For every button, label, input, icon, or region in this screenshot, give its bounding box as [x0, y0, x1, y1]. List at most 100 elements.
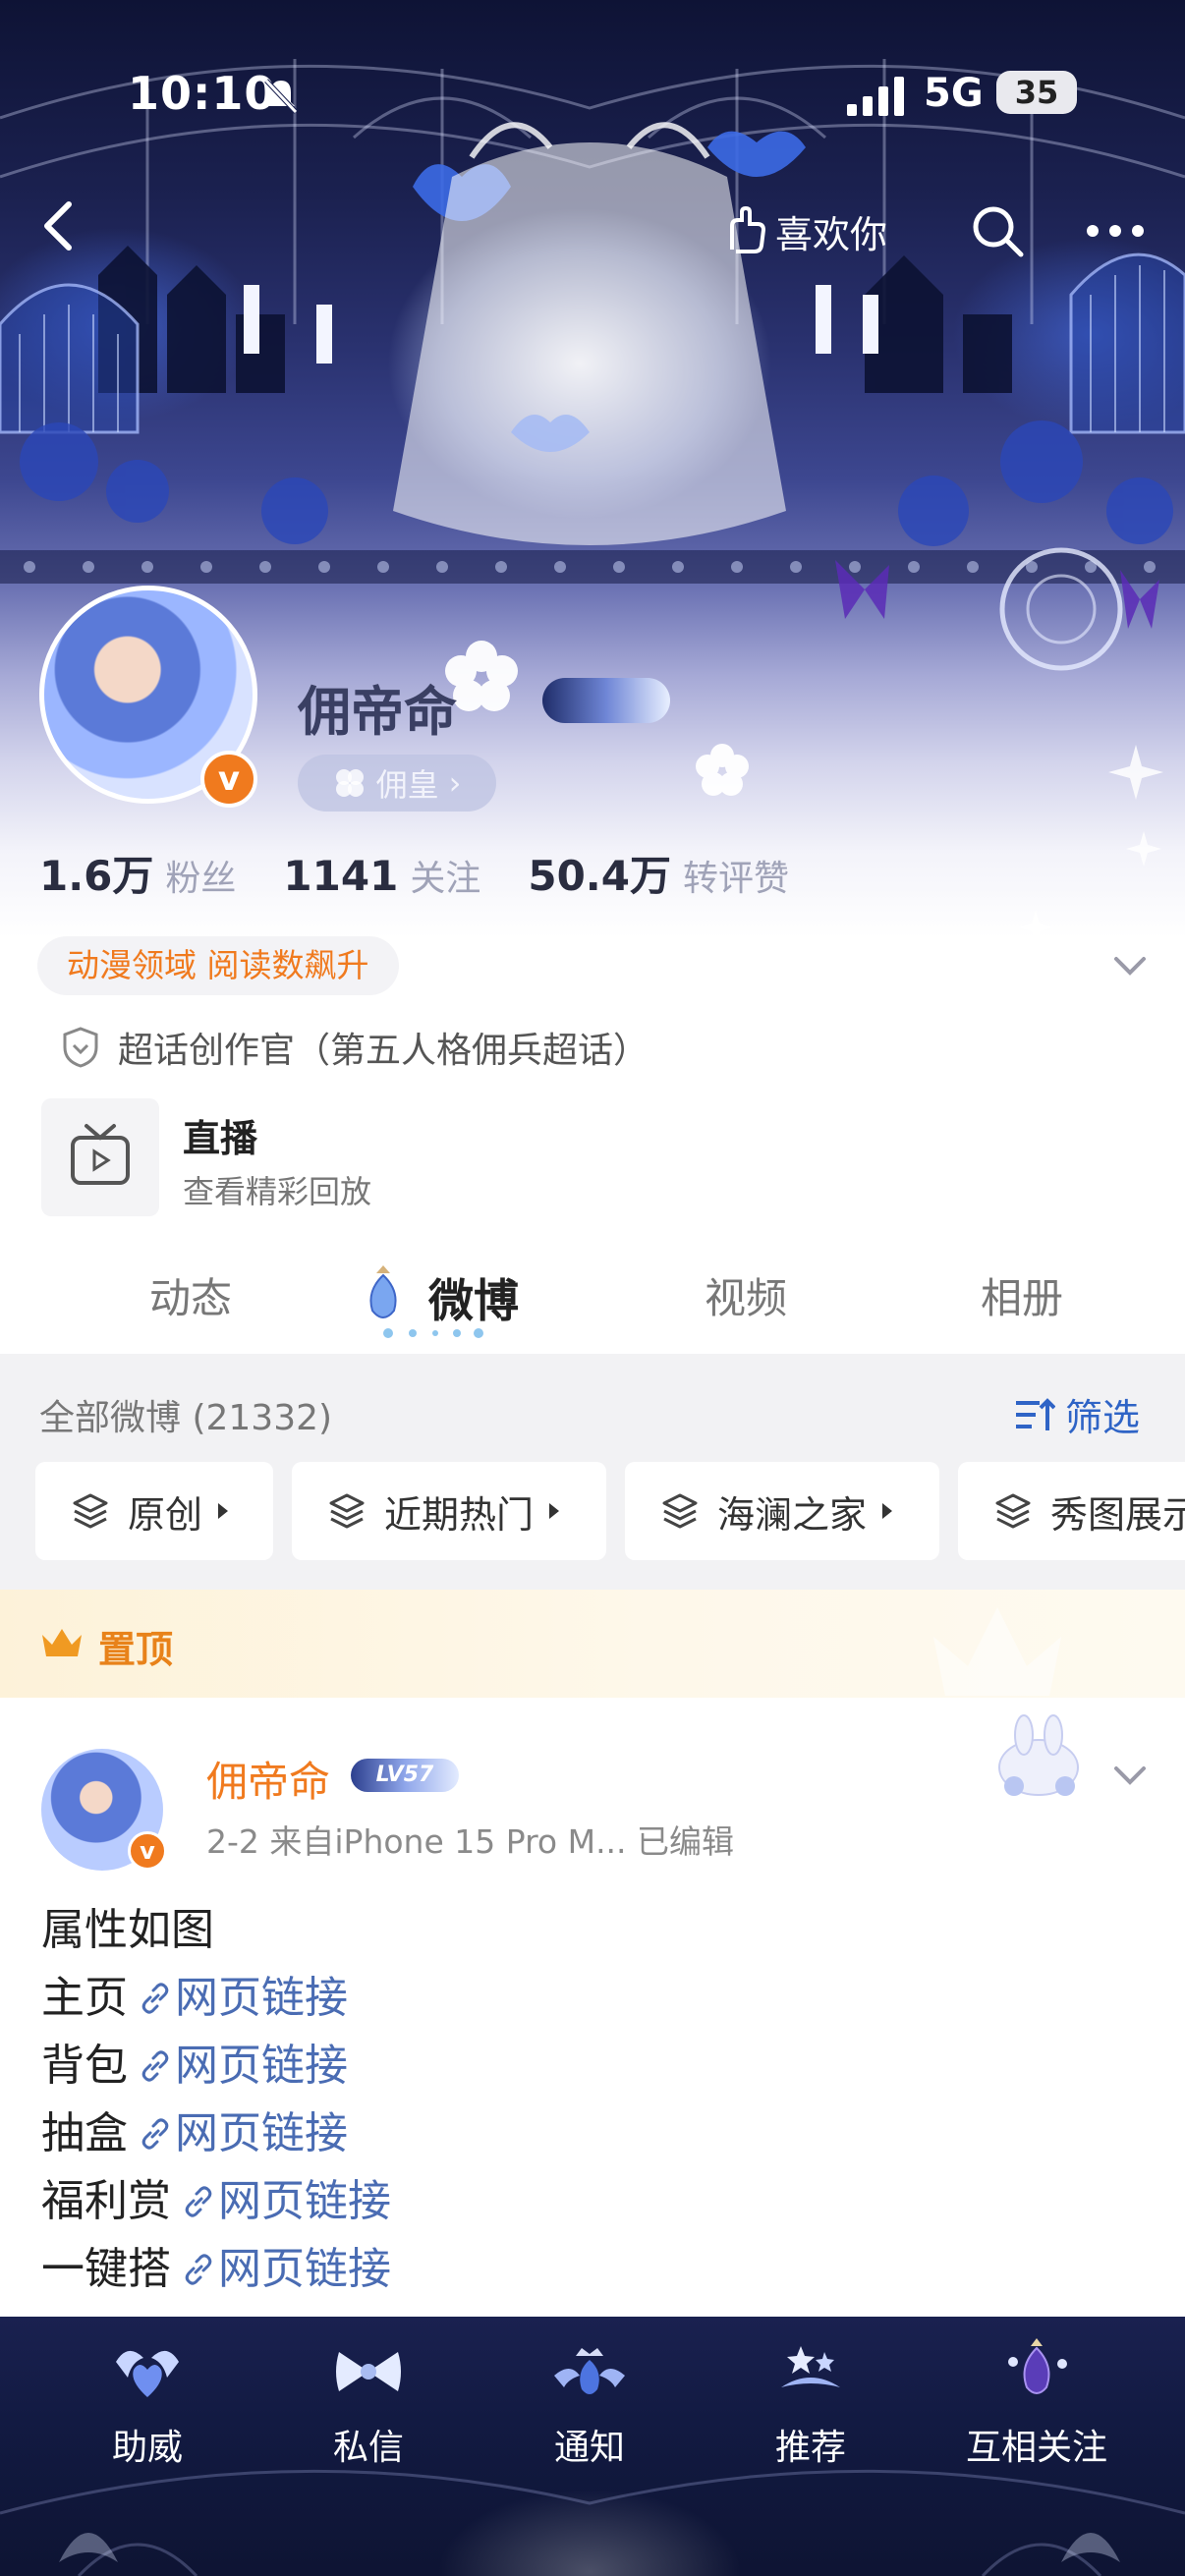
bunny-sticker-icon — [998, 1714, 1079, 1796]
tab-indicator — [383, 1328, 483, 1338]
crown-gem-icon — [554, 2348, 625, 2394]
rank-pill[interactable]: 佣皇 › — [298, 755, 496, 812]
chip-recent-hot[interactable]: 近期热门 — [292, 1462, 606, 1560]
feed-filter-area: 全部微博 (21332) 筛选 原创 近期热门 海澜之家 秀图展示 — [0, 1354, 1185, 1590]
layers-icon — [73, 1493, 108, 1529]
link-icon — [185, 2254, 212, 2285]
chip-label: 秀图展示 — [1050, 1492, 1185, 1537]
verified-badge: v — [200, 751, 257, 808]
clover-icon — [335, 769, 364, 797]
star-wing-icon — [781, 2346, 840, 2387]
tab-dynamics[interactable]: 动态 — [149, 1265, 232, 1325]
live-section[interactable]: 直播 查看精彩回放 — [41, 1098, 1142, 1218]
post-meta: 2-2 来自iPhone 15 Pro M... 已编辑 — [206, 1822, 735, 1861]
chevron-right-icon: › — [448, 764, 462, 802]
layers-icon — [329, 1493, 365, 1529]
notification-button[interactable]: 通知 — [511, 2317, 668, 2503]
caret-right-icon — [218, 1503, 229, 1519]
chip-label: 原创 — [128, 1492, 203, 1537]
bow-icon — [336, 2352, 401, 2391]
post-line: 福利赏 网页链接 — [41, 2167, 391, 2235]
feed-chips: 原创 近期热门 海澜之家 秀图展示 — [35, 1462, 1185, 1562]
like-you-button[interactable]: 喜欢你 — [722, 201, 887, 260]
tab-album[interactable]: 相册 — [981, 1265, 1063, 1325]
mutual-follow-label: 互相关注 — [965, 2428, 1107, 2468]
profile-stats: 1.6万 粉丝 1141 关注 50.4万 转评赞 — [39, 843, 836, 903]
rank-label: 佣皇 — [375, 766, 439, 804]
domain-tag[interactable]: 动漫领域 阅读数飙升 — [37, 936, 399, 995]
recommend-label: 推荐 — [774, 2428, 846, 2468]
post-line: 一键搭 网页链接 — [41, 2235, 391, 2303]
layers-icon — [995, 1493, 1031, 1529]
network-type: 5G — [924, 71, 984, 116]
message-button[interactable]: 私信 — [290, 2317, 447, 2503]
mutual-follow-button[interactable]: 互相关注 — [953, 2317, 1120, 2503]
chip-showcase[interactable]: 秀图展示 — [958, 1462, 1185, 1560]
status-bar: 10:10 5G 35 — [0, 59, 1185, 138]
recommend-button[interactable]: 推荐 — [732, 2317, 889, 2503]
chevron-down-icon[interactable] — [1110, 951, 1150, 980]
gem-pendant-icon — [369, 1265, 397, 1318]
engagement-count[interactable]: 50.4万 — [528, 843, 671, 903]
signal-icon — [847, 77, 904, 116]
back-icon[interactable] — [29, 196, 88, 255]
chevron-down-icon[interactable] — [1110, 1761, 1150, 1790]
following-count[interactable]: 1141 — [283, 852, 398, 900]
pinned-header: 置顶 — [0, 1590, 1185, 1698]
post-body: 属性如图 主页 网页链接 背包 网页链接 抽盒 网页链接 福利赏 网页链接 一键搭 网页链… — [41, 1896, 391, 2303]
web-link[interactable]: 网页链接 — [175, 2041, 348, 2091]
silent-bell-icon — [264, 79, 298, 114]
user-level-badge[interactable] — [542, 678, 670, 723]
web-link[interactable]: 网页链接 — [175, 2108, 348, 2158]
post-line: 抽盒 网页链接 — [41, 2100, 391, 2167]
cheer-button[interactable]: 助威 — [69, 2317, 226, 2503]
followers-count[interactable]: 1.6万 — [39, 843, 153, 903]
post-line: 主页 网页链接 — [41, 1964, 391, 2032]
gem-pendant-icon — [1008, 2338, 1067, 2394]
search-icon[interactable] — [968, 201, 1027, 260]
web-link[interactable]: 网页链接 — [175, 1973, 348, 2023]
post-line: 背包 网页链接 — [41, 2032, 391, 2100]
caret-right-icon — [882, 1503, 893, 1519]
tab-video[interactable]: 视频 — [705, 1265, 787, 1325]
link-icon — [141, 2050, 169, 2082]
feed-count-title: 全部微博 (21332) — [39, 1398, 333, 1438]
hand-heart-icon — [730, 206, 766, 253]
post-line: 属性如图 — [41, 1896, 391, 1964]
wing-heart-icon — [116, 2350, 179, 2397]
tab-weibo[interactable]: 微博 — [428, 1265, 519, 1330]
chip-hla[interactable]: 海澜之家 — [625, 1462, 939, 1560]
crown-watermark-icon — [933, 1607, 1061, 1696]
engagement-label: 转评赞 — [682, 859, 789, 899]
post-line-text: 属性如图 — [41, 1905, 214, 1955]
super-topic-line[interactable]: 超话创作官（第五人格佣兵超话） — [61, 1022, 649, 1073]
pinned-post[interactable]: v 佣帝命 LV57 2-2 来自iPhone 15 Pro M... 已编辑 … — [0, 1698, 1185, 2317]
post-level-badge: LV57 — [351, 1759, 459, 1792]
profile-username: 佣帝命 — [298, 681, 457, 743]
pinned-label: 置顶 — [98, 1628, 174, 1671]
following-label: 关注 — [410, 859, 481, 899]
post-line-text: 背包 — [41, 2041, 128, 2091]
post-author-name[interactable]: 佣帝命 — [206, 1749, 330, 1809]
shield-icon — [63, 1027, 98, 1068]
post-line-text: 一键搭 — [41, 2244, 171, 2294]
followers-label: 粉丝 — [165, 859, 237, 899]
more-icon[interactable] — [1081, 201, 1150, 260]
post-line-text: 主页 — [41, 1973, 128, 2023]
super-topic-label: 超话创作官（第五人格佣兵超话） — [118, 1031, 649, 1071]
filter-icon — [1016, 1397, 1055, 1430]
link-icon — [141, 1983, 169, 2014]
message-label: 私信 — [332, 2428, 404, 2468]
bottom-action-bar: 助威 私信 通知 推荐 互相关注 — [0, 2317, 1185, 2576]
profile-cover — [0, 0, 1185, 1091]
chip-label: 近期热门 — [384, 1492, 535, 1537]
cheer-label: 助威 — [111, 2428, 183, 2468]
web-link[interactable]: 网页链接 — [218, 2244, 391, 2294]
cover-illustration — [0, 59, 1185, 945]
filter-button[interactable]: 筛选 — [1014, 1387, 1140, 1441]
link-icon — [185, 2186, 212, 2217]
tv-icon — [71, 1124, 130, 1185]
web-link[interactable]: 网页链接 — [218, 2176, 391, 2226]
filter-label: 筛选 — [1065, 1396, 1141, 1439]
chip-original[interactable]: 原创 — [35, 1462, 273, 1560]
